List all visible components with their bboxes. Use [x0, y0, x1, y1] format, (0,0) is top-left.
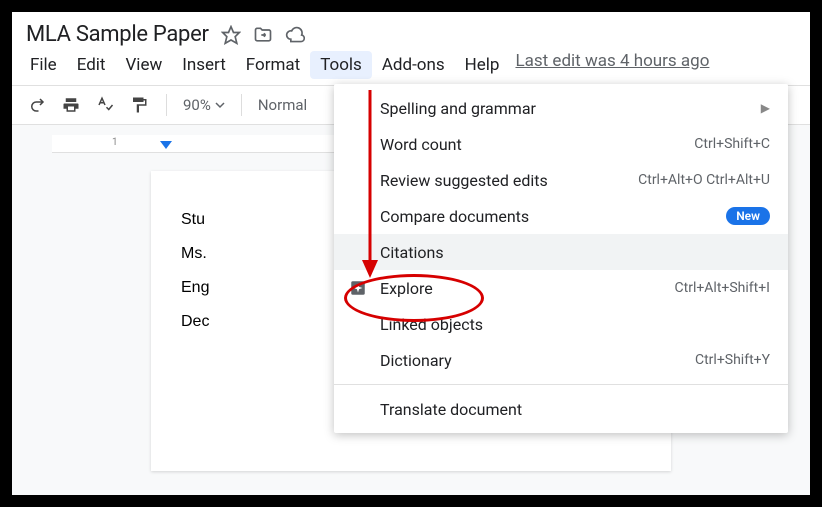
last-edit-link[interactable]: Last edit was 4 hours ago	[515, 51, 709, 79]
title-bar: MLA Sample Paper	[12, 12, 810, 51]
annotation-ellipse	[344, 274, 484, 322]
tools-menu-dropdown: Spelling and grammar ▶ Word count Ctrl+S…	[334, 84, 788, 433]
menu-edit[interactable]: Edit	[67, 51, 116, 79]
menu-help[interactable]: Help	[455, 51, 510, 79]
menu-bar: File Edit View Insert Format Tools Add-o…	[12, 51, 810, 85]
zoom-value: 90%	[183, 96, 211, 114]
paint-format-button[interactable]	[124, 92, 154, 118]
move-folder-icon[interactable]	[253, 25, 273, 45]
ruler-tick: 1	[112, 137, 118, 148]
annotation-arrow	[360, 90, 380, 280]
cloud-status-icon[interactable]	[285, 25, 305, 45]
menu-tools[interactable]: Tools	[310, 51, 372, 79]
style-select[interactable]: Normal	[254, 96, 311, 114]
indent-marker-icon[interactable]	[160, 141, 172, 149]
spellcheck-button[interactable]	[90, 92, 120, 118]
print-button[interactable]	[56, 92, 86, 118]
document-title[interactable]: MLA Sample Paper	[26, 22, 209, 47]
menu-separator	[334, 384, 788, 385]
redo-button[interactable]	[22, 92, 52, 118]
shortcut-label: Ctrl+Shift+Y	[695, 352, 770, 368]
zoom-select[interactable]: 90%	[179, 96, 229, 114]
style-value: Normal	[258, 96, 307, 114]
menu-insert[interactable]: Insert	[172, 51, 236, 79]
new-badge: New	[726, 207, 770, 225]
menu-item-spelling[interactable]: Spelling and grammar ▶	[334, 90, 788, 126]
menu-view[interactable]: View	[115, 51, 172, 79]
menu-item-review[interactable]: Review suggested edits Ctrl+Alt+O Ctrl+A…	[334, 162, 788, 198]
menu-addons[interactable]: Add-ons	[372, 51, 455, 79]
shortcut-label: Ctrl+Alt+Shift+I	[675, 280, 770, 296]
shortcut-label: Ctrl+Shift+C	[694, 136, 770, 152]
submenu-arrow-icon: ▶	[761, 101, 770, 115]
star-icon[interactable]	[221, 25, 241, 45]
chevron-down-icon	[215, 100, 225, 110]
menu-item-dictionary[interactable]: Dictionary Ctrl+Shift+Y	[334, 342, 788, 378]
menu-item-wordcount[interactable]: Word count Ctrl+Shift+C	[334, 126, 788, 162]
app-window: MLA Sample Paper File Edit View Insert F…	[12, 12, 810, 495]
shortcut-label: Ctrl+Alt+O Ctrl+Alt+U	[638, 172, 770, 188]
menu-format[interactable]: Format	[236, 51, 310, 79]
menu-item-citations[interactable]: Citations	[334, 234, 788, 270]
separator	[166, 94, 167, 116]
separator	[241, 94, 242, 116]
menu-file[interactable]: File	[20, 51, 67, 79]
menu-item-compare[interactable]: Compare documents New	[334, 198, 788, 234]
menu-item-translate[interactable]: Translate document	[334, 391, 788, 427]
